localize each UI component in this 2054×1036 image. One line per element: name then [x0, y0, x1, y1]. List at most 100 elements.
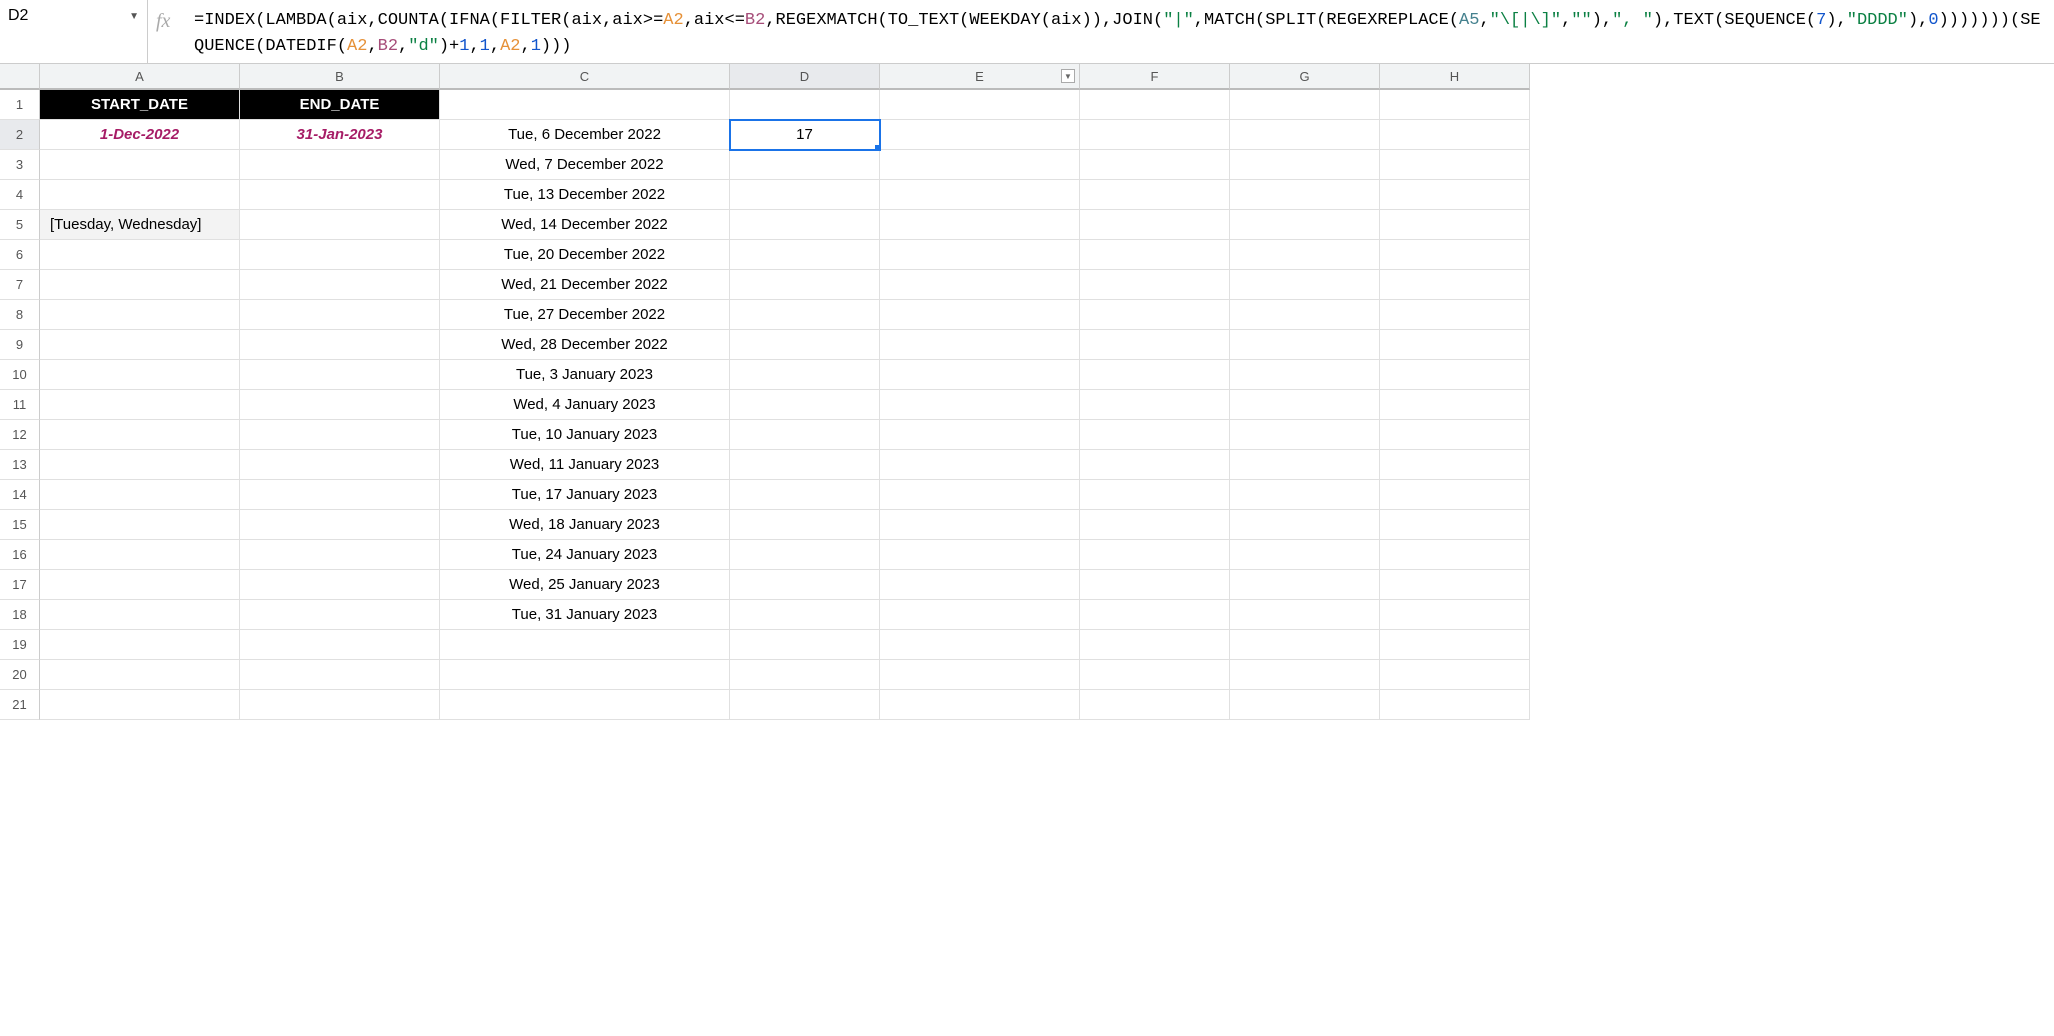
cell-G15[interactable]: [1230, 510, 1380, 540]
cell-C17[interactable]: Wed, 25 January 2023: [440, 570, 730, 600]
cell-D10[interactable]: [730, 360, 880, 390]
cell-F21[interactable]: [1080, 690, 1230, 720]
name-box-dropdown-icon[interactable]: ▼: [129, 11, 139, 22]
cell-H6[interactable]: [1380, 240, 1530, 270]
cell-A10[interactable]: [40, 360, 240, 390]
cell-C11[interactable]: Wed, 4 January 2023: [440, 390, 730, 420]
cell-C14[interactable]: Tue, 17 January 2023: [440, 480, 730, 510]
cell-H17[interactable]: [1380, 570, 1530, 600]
cell-C8[interactable]: Tue, 27 December 2022: [440, 300, 730, 330]
cell-B7[interactable]: [240, 270, 440, 300]
row-header-3[interactable]: 3: [0, 150, 40, 180]
cell-C7[interactable]: Wed, 21 December 2022: [440, 270, 730, 300]
cell-C20[interactable]: [440, 660, 730, 690]
cell-H16[interactable]: [1380, 540, 1530, 570]
cell-H1[interactable]: [1380, 90, 1530, 120]
cell-F2[interactable]: [1080, 120, 1230, 150]
cell-G7[interactable]: [1230, 270, 1380, 300]
column-header-E[interactable]: E▼: [880, 64, 1080, 90]
cell-F12[interactable]: [1080, 420, 1230, 450]
cell-E7[interactable]: [880, 270, 1080, 300]
cell-G10[interactable]: [1230, 360, 1380, 390]
cell-B21[interactable]: [240, 690, 440, 720]
cell-D18[interactable]: [730, 600, 880, 630]
cell-G13[interactable]: [1230, 450, 1380, 480]
cell-A17[interactable]: [40, 570, 240, 600]
cell-G1[interactable]: [1230, 90, 1380, 120]
cell-A15[interactable]: [40, 510, 240, 540]
cell-F14[interactable]: [1080, 480, 1230, 510]
cell-B20[interactable]: [240, 660, 440, 690]
cell-B18[interactable]: [240, 600, 440, 630]
column-header-A[interactable]: A: [40, 64, 240, 90]
cell-F9[interactable]: [1080, 330, 1230, 360]
cell-F5[interactable]: [1080, 210, 1230, 240]
cell-D14[interactable]: [730, 480, 880, 510]
cell-D12[interactable]: [730, 420, 880, 450]
filter-icon[interactable]: ▼: [1061, 69, 1075, 83]
cell-C13[interactable]: Wed, 11 January 2023: [440, 450, 730, 480]
cell-C3[interactable]: Wed, 7 December 2022: [440, 150, 730, 180]
cell-B15[interactable]: [240, 510, 440, 540]
row-header-15[interactable]: 15: [0, 510, 40, 540]
cell-C12[interactable]: Tue, 10 January 2023: [440, 420, 730, 450]
cell-B1[interactable]: END_DATE: [240, 90, 440, 120]
cell-F8[interactable]: [1080, 300, 1230, 330]
cell-F10[interactable]: [1080, 360, 1230, 390]
cell-A6[interactable]: [40, 240, 240, 270]
cell-B8[interactable]: [240, 300, 440, 330]
row-header-21[interactable]: 21: [0, 690, 40, 720]
cell-F17[interactable]: [1080, 570, 1230, 600]
cell-B14[interactable]: [240, 480, 440, 510]
row-header-9[interactable]: 9: [0, 330, 40, 360]
cell-B2[interactable]: 31-Jan-2023: [240, 120, 440, 150]
cell-B6[interactable]: [240, 240, 440, 270]
cell-D11[interactable]: [730, 390, 880, 420]
cell-C10[interactable]: Tue, 3 January 2023: [440, 360, 730, 390]
cell-F4[interactable]: [1080, 180, 1230, 210]
cell-B11[interactable]: [240, 390, 440, 420]
cell-F18[interactable]: [1080, 600, 1230, 630]
cell-E13[interactable]: [880, 450, 1080, 480]
cell-D21[interactable]: [730, 690, 880, 720]
row-header-12[interactable]: 12: [0, 420, 40, 450]
cell-A2[interactable]: 1-Dec-2022: [40, 120, 240, 150]
cell-D8[interactable]: [730, 300, 880, 330]
cell-F15[interactable]: [1080, 510, 1230, 540]
cell-A18[interactable]: [40, 600, 240, 630]
cell-H5[interactable]: [1380, 210, 1530, 240]
cell-E1[interactable]: [880, 90, 1080, 120]
cell-A9[interactable]: [40, 330, 240, 360]
row-header-18[interactable]: 18: [0, 600, 40, 630]
cell-H14[interactable]: [1380, 480, 1530, 510]
cell-E6[interactable]: [880, 240, 1080, 270]
row-header-7[interactable]: 7: [0, 270, 40, 300]
cell-D19[interactable]: [730, 630, 880, 660]
cell-F19[interactable]: [1080, 630, 1230, 660]
cell-H8[interactable]: [1380, 300, 1530, 330]
cell-H9[interactable]: [1380, 330, 1530, 360]
cell-E21[interactable]: [880, 690, 1080, 720]
cell-G2[interactable]: [1230, 120, 1380, 150]
column-header-D[interactable]: D: [730, 64, 880, 90]
row-header-5[interactable]: 5: [0, 210, 40, 240]
cell-E15[interactable]: [880, 510, 1080, 540]
cell-H11[interactable]: [1380, 390, 1530, 420]
cell-D15[interactable]: [730, 510, 880, 540]
name-box[interactable]: D2 ▼: [0, 0, 147, 32]
cell-E10[interactable]: [880, 360, 1080, 390]
cell-D3[interactable]: [730, 150, 880, 180]
row-header-14[interactable]: 14: [0, 480, 40, 510]
row-header-17[interactable]: 17: [0, 570, 40, 600]
cell-A13[interactable]: [40, 450, 240, 480]
cell-E8[interactable]: [880, 300, 1080, 330]
column-header-C[interactable]: C: [440, 64, 730, 90]
cell-B19[interactable]: [240, 630, 440, 660]
cell-A1[interactable]: START_DATE: [40, 90, 240, 120]
row-header-16[interactable]: 16: [0, 540, 40, 570]
cell-E4[interactable]: [880, 180, 1080, 210]
cell-G20[interactable]: [1230, 660, 1380, 690]
cell-H21[interactable]: [1380, 690, 1530, 720]
formula-input[interactable]: =INDEX(LAMBDA(aix,COUNTA(IFNA(FILTER(aix…: [194, 4, 2046, 60]
cell-G21[interactable]: [1230, 690, 1380, 720]
